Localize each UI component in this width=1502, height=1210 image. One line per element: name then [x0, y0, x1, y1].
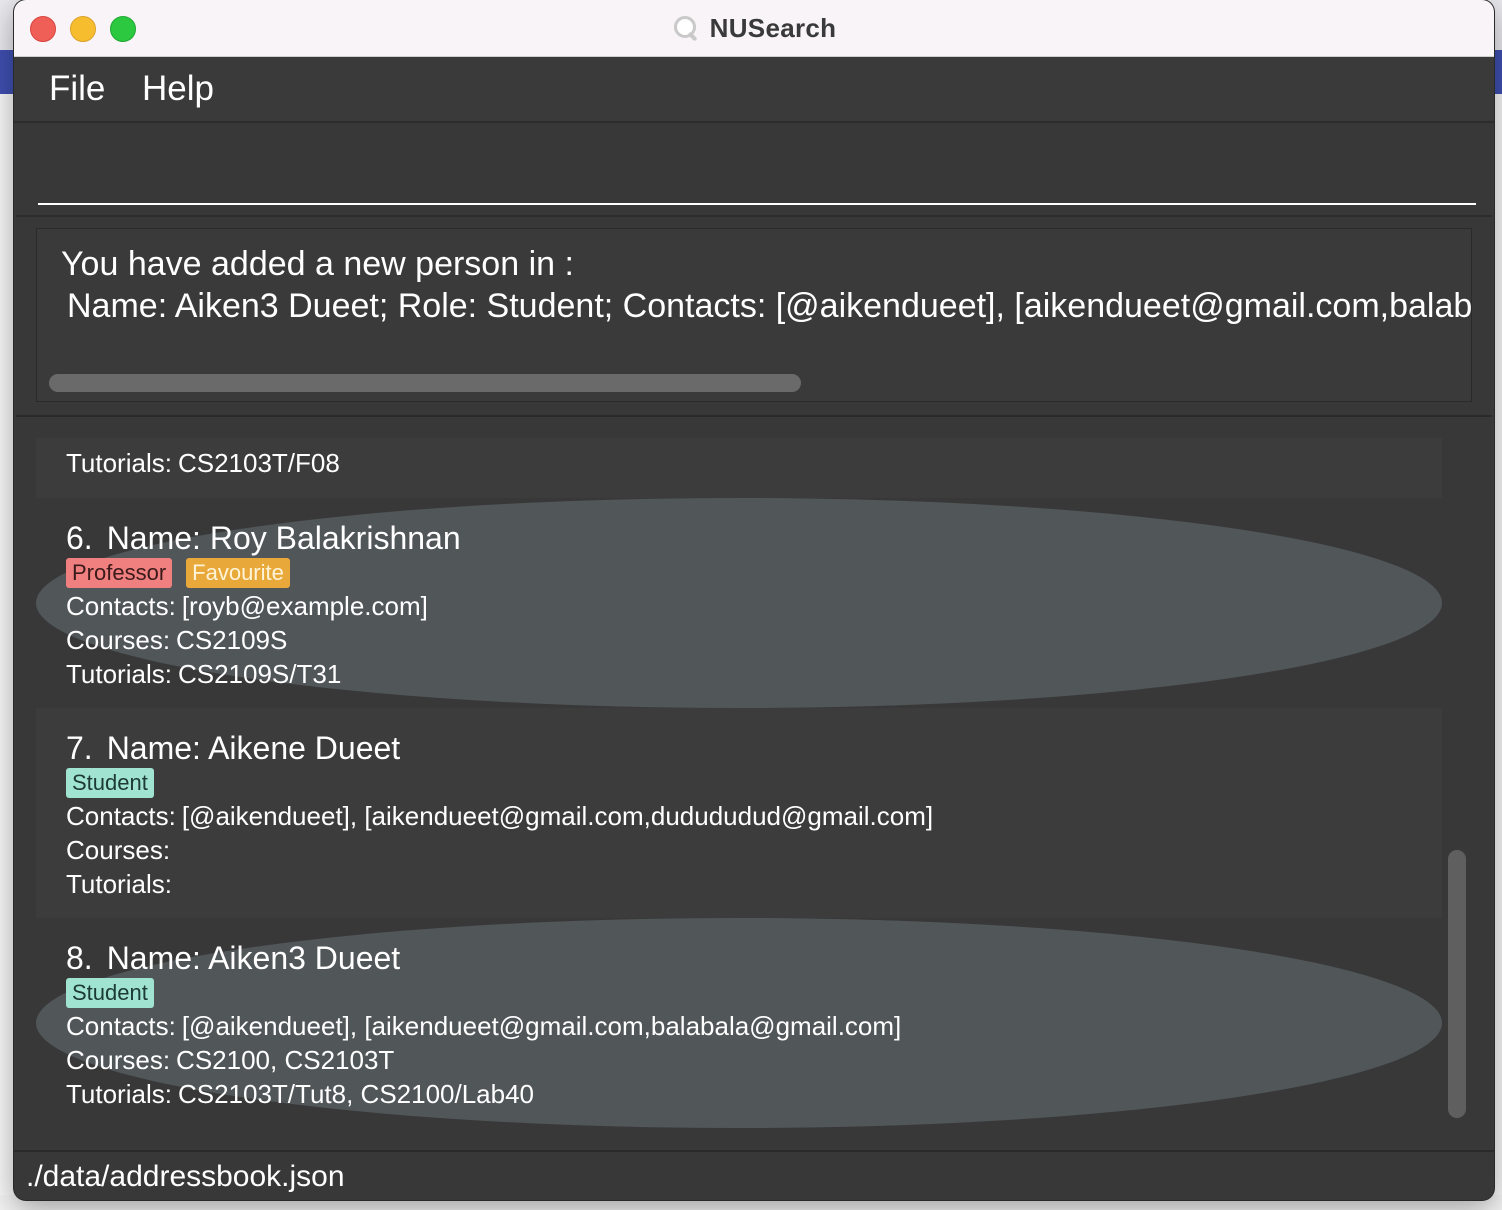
- data-file-path: ./data/addressbook.json: [26, 1160, 345, 1193]
- person-card[interactable]: 7. Name: Aikene Dueet Student Contacts: [@…: [36, 708, 1442, 918]
- result-display[interactable]: You have added a new person in : Name: A…: [36, 228, 1472, 402]
- result-message: You have added a new person in :: [61, 245, 574, 283]
- person-tags: Student: [66, 978, 154, 1008]
- person-courses: Courses:: [66, 835, 171, 865]
- person-card[interactable]: Tutorials: CS2103T/F08: [36, 438, 1442, 498]
- title-group: NUSearch: [14, 0, 1494, 56]
- person-contacts: Contacts: [@aikendueet], [aikendueet@gmai…: [66, 801, 934, 831]
- person-tags: Student: [66, 768, 154, 798]
- menu-help[interactable]: Help: [142, 69, 214, 109]
- menu-file[interactable]: File: [49, 69, 105, 109]
- command-input[interactable]: [38, 141, 1476, 205]
- title-bar[interactable]: NUSearch: [14, 0, 1494, 57]
- person-courses: Courses: CS2100, CS2103T: [66, 1045, 395, 1075]
- person-tutorials: Tutorials:: [66, 869, 172, 899]
- status-bar: ./data/addressbook.json: [14, 1150, 1494, 1200]
- window-title: NUSearch: [709, 12, 837, 43]
- role-tag: Student: [66, 978, 154, 1008]
- person-name: 8. Name: Aiken3 Dueet: [66, 940, 401, 976]
- person-name: 7. Name: Aikene Dueet: [66, 730, 401, 766]
- person-card[interactable]: 8. Name: Aiken3 Dueet Student Contacts: [@…: [36, 918, 1442, 1128]
- result-display-pane: You have added a new person in : Name: A…: [16, 217, 1492, 417]
- person-tutorials: Tutorials: CS2109S/T31: [66, 659, 342, 689]
- person-card[interactable]: 6. Name: Roy Balakrishnan Professor Favou…: [36, 498, 1442, 708]
- person-tutorials: Tutorials: CS2103T/F08: [66, 448, 340, 478]
- app-window: NUSearch File Help You have added a new …: [14, 0, 1494, 1200]
- person-list-pane: Tutorials: CS2103T/F08 6. Name: Roy Balakr…: [16, 418, 1492, 1148]
- result-details: Name: Aiken3 Dueet; Role: Student; Conta…: [67, 287, 1472, 325]
- result-horizontal-scrollbar[interactable]: [49, 374, 801, 392]
- menu-bar: File Help: [14, 57, 1494, 123]
- command-box: [16, 123, 1492, 217]
- person-contacts: Contacts: [@aikendueet], [aikendueet@gmai…: [66, 1011, 902, 1041]
- role-tag: Professor: [66, 558, 173, 588]
- person-name: 6. Name: Roy Balakrishnan: [66, 520, 461, 556]
- magnifier-icon: [672, 14, 700, 42]
- role-tag: Student: [66, 768, 154, 798]
- favourite-tag: Favourite: [186, 558, 290, 588]
- person-courses: Courses: CS2109S: [66, 625, 288, 655]
- person-tutorials: Tutorials: CS2103T/Tut8, CS2100/Lab40: [66, 1079, 535, 1109]
- person-tags: Professor Favourite: [66, 558, 290, 588]
- person-list-vertical-scrollbar[interactable]: [1448, 850, 1466, 1118]
- person-contacts: Contacts: [royb@example.com]: [66, 591, 428, 621]
- person-list[interactable]: Tutorials: CS2103T/F08 6. Name: Roy Balakr…: [36, 438, 1442, 1128]
